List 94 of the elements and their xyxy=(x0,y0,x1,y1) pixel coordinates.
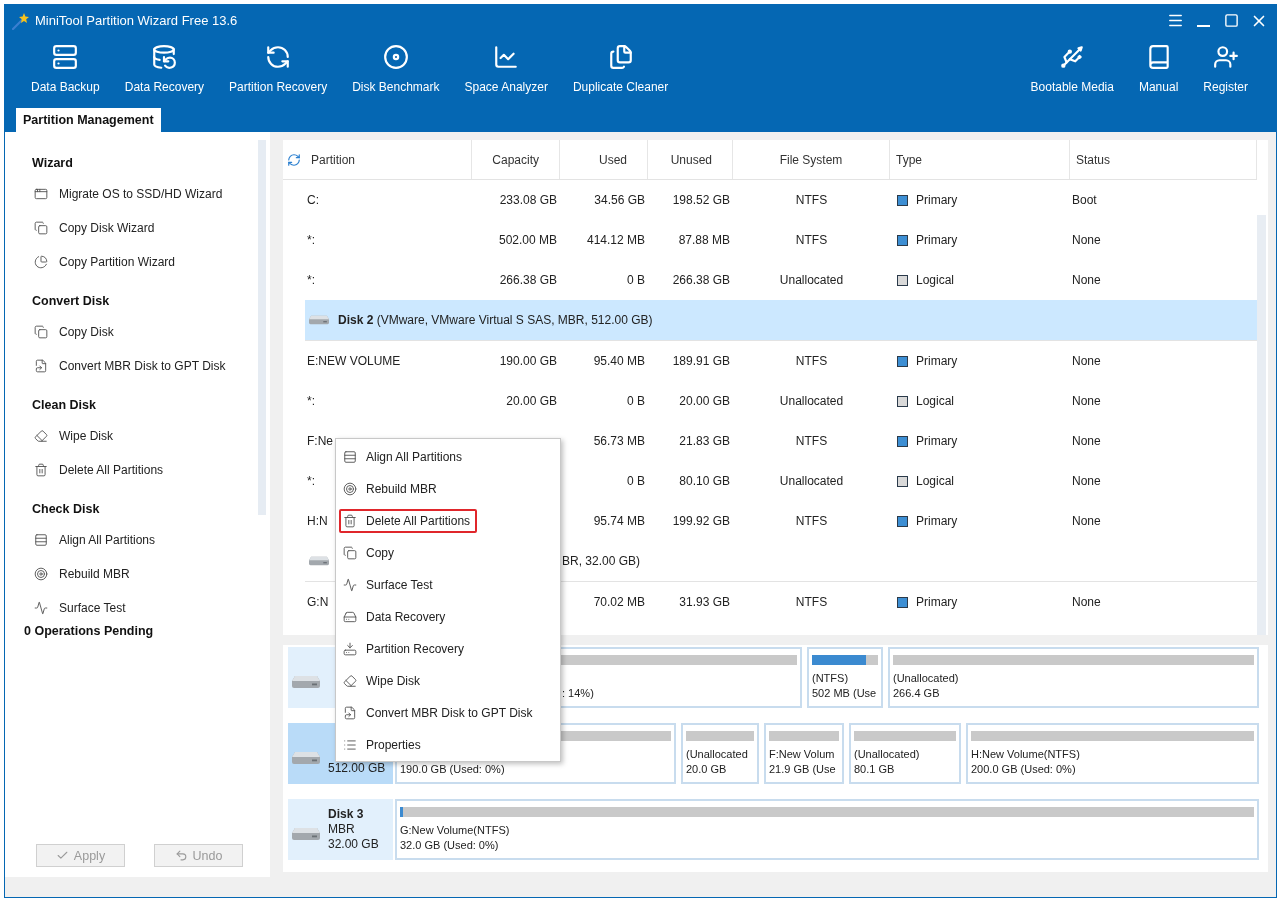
table-cell: 0 B xyxy=(627,474,645,488)
table-cell: *: xyxy=(307,273,315,287)
table-cell: 502.00 MB xyxy=(498,233,557,247)
table-cell: *: xyxy=(307,394,315,408)
table-cell: 80.10 GB xyxy=(679,474,730,488)
table-cell: Unallocated xyxy=(779,474,844,488)
disk-size: 512.00 GB xyxy=(328,761,386,776)
column-header: Type xyxy=(890,140,1070,179)
column-header: Partition xyxy=(311,152,356,167)
partition-name: H:New Volume(NTFS) xyxy=(971,747,1080,762)
disk-title: BR, 32.00 GB) xyxy=(562,554,641,568)
table-cell: 190.00 GB xyxy=(499,354,557,368)
partition-detail: 200.0 GB (Used: 0%) xyxy=(971,762,1076,777)
table-cell: None xyxy=(1072,273,1101,287)
sidebar-heading: Convert Disk xyxy=(32,293,110,310)
table-cell: F:Ne xyxy=(307,434,333,448)
table-cell: 70.02 MB xyxy=(593,595,645,609)
table-cell: Unallocated xyxy=(779,273,844,287)
table-cell: Unallocated xyxy=(779,394,844,408)
partition-detail: 502 MB (Use xyxy=(812,686,877,701)
window-title: MiniTool Partition Wizard Free 13.6 xyxy=(35,13,238,28)
disk-title: Disk 2 (VMware, VMware Virtual S SAS, MBR, 512.00 GB) xyxy=(338,313,653,327)
table-cell: NTFS xyxy=(795,595,828,609)
partition-detail: 80.1 GB xyxy=(854,762,895,777)
table-cell: 233.08 GB xyxy=(499,193,557,207)
table-cell: None xyxy=(1072,514,1101,528)
table-cell: 95.40 MB xyxy=(593,354,645,368)
disk-scheme: MBR xyxy=(328,822,355,837)
table-cell: *: xyxy=(307,474,315,488)
table-cell: None xyxy=(1072,474,1101,488)
table-cell: Primary xyxy=(916,434,958,448)
table-cell: 95.74 MB xyxy=(593,514,645,528)
partition-detail: : 14%) xyxy=(562,686,594,701)
partition-detail: 20.0 GB xyxy=(686,762,727,777)
partition-name: (Unallocated) xyxy=(893,671,959,686)
table-cell: G:N xyxy=(307,595,329,609)
table-cell: NTFS xyxy=(795,354,828,368)
table-cell: NTFS xyxy=(795,434,828,448)
table-cell: C: xyxy=(307,193,319,207)
table-cell: Primary xyxy=(916,193,958,207)
table-cell: 266.38 GB xyxy=(672,273,730,287)
table-cell: Boot xyxy=(1072,193,1097,207)
partition-name: (NTFS) xyxy=(812,671,849,686)
table-cell: Logical xyxy=(916,273,955,287)
table-cell: None xyxy=(1072,233,1101,247)
table-cell: E:NEW VOLUME xyxy=(307,354,401,368)
table-cell: NTFS xyxy=(795,514,828,528)
table-cell: None xyxy=(1072,394,1101,408)
column-header: Status xyxy=(1070,140,1257,179)
partition-detail: 266.4 GB xyxy=(893,686,940,701)
table-cell: 0 B xyxy=(627,273,645,287)
column-header: File System xyxy=(733,140,890,179)
partition-name: (Unallocated) xyxy=(854,747,920,762)
sidebar-heading: Check Disk xyxy=(32,501,100,518)
table-cell: NTFS xyxy=(795,193,828,207)
table-cell: NTFS xyxy=(795,233,828,247)
table-cell: 199.92 GB xyxy=(672,514,730,528)
table-cell: 266.38 GB xyxy=(499,273,557,287)
table-cell: None xyxy=(1072,434,1101,448)
table-cell: 189.91 GB xyxy=(672,354,730,368)
table-cell: H:N xyxy=(307,514,328,528)
partition-name: (Unallocated xyxy=(686,747,748,762)
table-cell: Logical xyxy=(916,474,955,488)
partition-detail: 32.0 GB (Used: 0%) xyxy=(400,838,499,853)
table-cell: None xyxy=(1072,354,1101,368)
sidebar-heading: Clean Disk xyxy=(32,397,96,414)
partition-name: F:New Volum xyxy=(769,747,835,762)
pending-operations: 0 Operations Pending xyxy=(24,624,154,638)
table-cell: Primary xyxy=(916,354,958,368)
table-cell: Primary xyxy=(916,595,958,609)
column-header: Unused xyxy=(648,140,733,179)
partition-detail: 190.0 GB (Used: 0%) xyxy=(400,762,505,777)
partition-detail: 21.9 GB (Use xyxy=(769,762,836,777)
table-cell: Primary xyxy=(916,514,958,528)
table-cell: 20.00 GB xyxy=(506,394,557,408)
disk-name: Disk 3 xyxy=(328,807,364,822)
table-cell: None xyxy=(1072,595,1101,609)
table-cell: 87.88 MB xyxy=(678,233,730,247)
table-cell: 0 B xyxy=(627,394,645,408)
column-header: Capacity xyxy=(472,140,560,179)
table-cell: 56.73 MB xyxy=(593,434,645,448)
table-cell: *: xyxy=(307,233,315,247)
disk-size: 32.00 GB xyxy=(328,837,379,852)
table-cell: Logical xyxy=(916,394,955,408)
table-cell: Primary xyxy=(916,233,958,247)
table-cell: 414.12 MB xyxy=(586,233,645,247)
table-cell: 34.56 GB xyxy=(594,193,645,207)
table-cell: 198.52 GB xyxy=(672,193,730,207)
column-header: Used xyxy=(560,140,648,179)
table-cell: 20.00 GB xyxy=(679,394,730,408)
partition-name: G:New Volume(NTFS) xyxy=(400,823,510,838)
table-cell: 21.83 GB xyxy=(679,434,730,448)
table-cell: 31.93 GB xyxy=(679,595,730,609)
sidebar-heading: Wizard xyxy=(32,155,73,172)
